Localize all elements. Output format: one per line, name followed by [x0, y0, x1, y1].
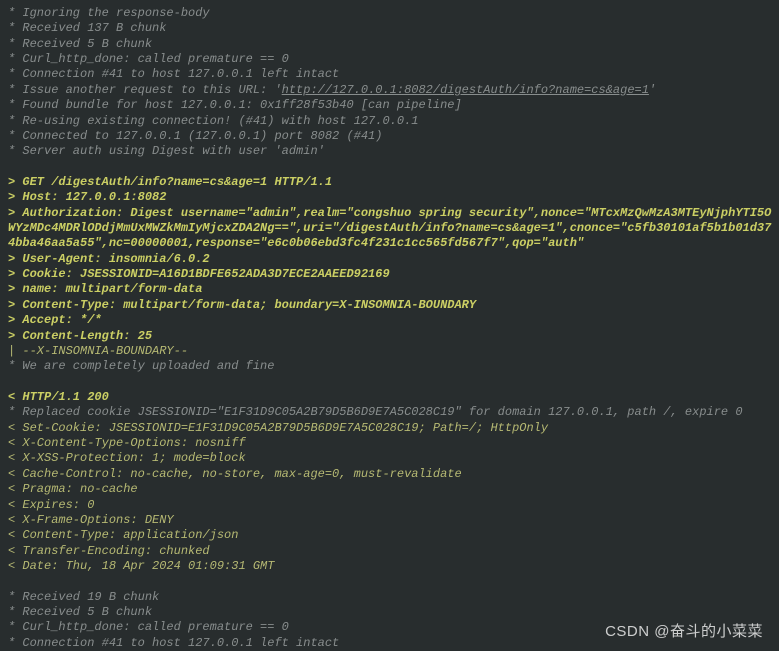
log-line: < Cache-Control: no-cache, no-store, max…	[8, 467, 773, 482]
log-line: * Issue another request to this URL: 'ht…	[8, 83, 773, 98]
request-url[interactable]: http://127.0.0.1:8082/digestAuth/info?na…	[282, 83, 649, 97]
log-line: | --X-INSOMNIA-BOUNDARY--	[8, 344, 773, 359]
log-line: < X-Content-Type-Options: nosniff	[8, 436, 773, 451]
terminal-output: * Ignoring the response-body* Received 1…	[0, 0, 779, 651]
log-line: * Curl_http_done: called premature == 0	[8, 52, 773, 67]
log-line: * We are completely uploaded and fine	[8, 359, 773, 374]
log-line	[8, 160, 773, 175]
log-line: < Content-Type: application/json	[8, 528, 773, 543]
log-line: < Transfer-Encoding: chunked	[8, 544, 773, 559]
log-line: < X-Frame-Options: DENY	[8, 513, 773, 528]
log-line	[8, 375, 773, 390]
log-line: > Content-Length: 25	[8, 329, 773, 344]
log-line: * Ignoring the response-body	[8, 6, 773, 21]
log-line: > Accept: */*	[8, 313, 773, 328]
log-line: > Authorization: Digest username="admin"…	[8, 206, 773, 252]
log-line: * Connection #41 to host 127.0.0.1 left …	[8, 67, 773, 82]
log-line: > Cookie: JSESSIONID=A16D1BDFE652ADA3D7E…	[8, 267, 773, 282]
log-line: * Found bundle for host 127.0.0.1: 0x1ff…	[8, 98, 773, 113]
log-line: * Curl_http_done: called premature == 0	[8, 620, 773, 635]
log-line: < X-XSS-Protection: 1; mode=block	[8, 451, 773, 466]
log-line: > name: multipart/form-data	[8, 282, 773, 297]
log-line: * Received 5 B chunk	[8, 605, 773, 620]
log-line: < Set-Cookie: JSESSIONID=E1F31D9C05A2B79…	[8, 421, 773, 436]
log-line: > Content-Type: multipart/form-data; bou…	[8, 298, 773, 313]
log-line: < HTTP/1.1 200	[8, 390, 773, 405]
log-line: * Re-using existing connection! (#41) wi…	[8, 114, 773, 129]
log-line: * Server auth using Digest with user 'ad…	[8, 144, 773, 159]
log-line: < Date: Thu, 18 Apr 2024 01:09:31 GMT	[8, 559, 773, 574]
log-line: * Received 137 B chunk	[8, 21, 773, 36]
log-line: * Received 5 B chunk	[8, 37, 773, 52]
log-line	[8, 574, 773, 589]
log-line: < Expires: 0	[8, 498, 773, 513]
log-line: > Host: 127.0.0.1:8082	[8, 190, 773, 205]
log-line: * Connection #41 to host 127.0.0.1 left …	[8, 636, 773, 651]
log-line: < Pragma: no-cache	[8, 482, 773, 497]
log-line: > User-Agent: insomnia/6.0.2	[8, 252, 773, 267]
log-line: * Connected to 127.0.0.1 (127.0.0.1) por…	[8, 129, 773, 144]
log-line: * Received 19 B chunk	[8, 590, 773, 605]
log-line: > GET /digestAuth/info?name=cs&age=1 HTT…	[8, 175, 773, 190]
log-line: * Replaced cookie JSESSIONID="E1F31D9C05…	[8, 405, 773, 420]
